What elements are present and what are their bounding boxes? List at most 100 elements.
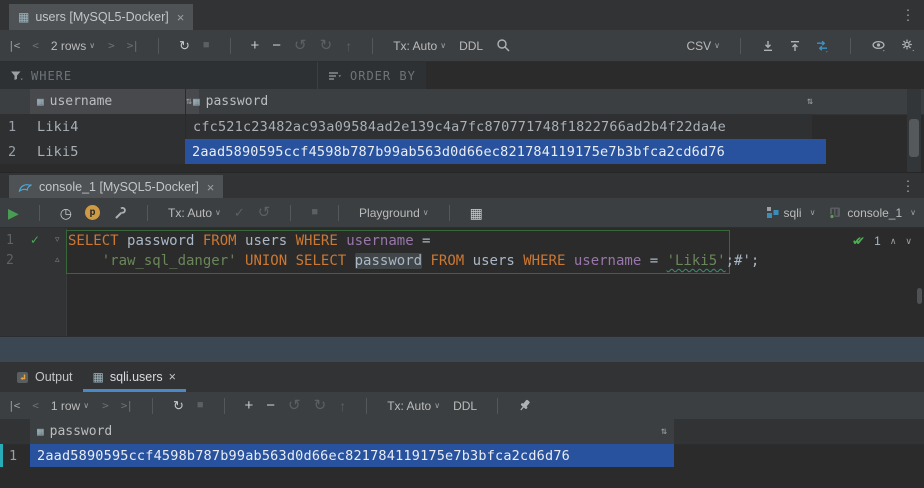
- revert-icon: ↻: [320, 38, 333, 53]
- console-toolbar: ▶ ◷ p Tx: Auto∨ ✓ ↺ ■ Playground∨ ▦: [0, 198, 924, 228]
- submit-icon: ↑: [345, 39, 352, 53]
- session-db-icon: [828, 206, 842, 219]
- fold-region-end-icon[interactable]: ▵: [55, 254, 60, 265]
- last-page-button[interactable]: >|: [121, 399, 132, 412]
- compare-data-icon[interactable]: [815, 39, 830, 53]
- funnel-icon: [10, 70, 23, 82]
- column-header-password[interactable]: ▦ password ⇅: [185, 89, 820, 114]
- close-icon[interactable]: ×: [177, 10, 185, 25]
- refresh-icon[interactable]: ↻: [173, 399, 184, 412]
- chevron-down-icon: ∨: [83, 401, 89, 410]
- delete-row-button[interactable]: −: [272, 38, 281, 53]
- tool-window-header[interactable]: [0, 336, 924, 363]
- tx-mode-dropdown[interactable]: Tx: Auto∨: [387, 399, 440, 413]
- stop-icon: ■: [311, 207, 318, 218]
- undo-icon: ↺: [294, 38, 307, 53]
- table-icon: ▦: [93, 371, 104, 383]
- result-tab-strip: Output ▦ sqli.users ×: [0, 362, 924, 392]
- stop-icon: ■: [197, 400, 204, 411]
- order-by-placeholder: ORDER BY: [350, 69, 416, 83]
- code-line-2[interactable]: 'raw_sql_danger' UNION SELECT password F…: [68, 251, 759, 271]
- kebab-menu-icon[interactable]: ⋮: [901, 7, 915, 24]
- ddl-button[interactable]: DDL: [453, 399, 477, 413]
- in-editor-results-icon[interactable]: ▦: [470, 206, 483, 220]
- order-by-input[interactable]: ORDER BY: [318, 62, 426, 89]
- page-size-dropdown[interactable]: 1 row∨: [51, 399, 89, 413]
- schema-dropdown[interactable]: sqli∨: [766, 206, 816, 220]
- first-page-button[interactable]: |<: [8, 39, 19, 52]
- session-dropdown[interactable]: console_1∨: [828, 206, 916, 220]
- import-upload-icon[interactable]: [788, 39, 802, 53]
- export-format-dropdown[interactable]: CSV∨: [686, 39, 720, 53]
- code-line-1[interactable]: SELECT password FROM users WHERE usernam…: [68, 231, 430, 251]
- cell-username[interactable]: Liki5: [30, 139, 199, 164]
- chevron-down-icon: ∨: [714, 41, 720, 50]
- previous-page-button[interactable]: <: [32, 39, 38, 52]
- tab-users-table[interactable]: ▦ users [MySQL5-Docker] ×: [9, 4, 193, 30]
- next-page-button[interactable]: >: [108, 39, 114, 52]
- result-count: 1: [874, 234, 881, 248]
- playground-dropdown[interactable]: Playground∨: [359, 206, 429, 220]
- column-header-username[interactable]: ▦ username ⇅: [30, 89, 199, 114]
- chevron-down-icon: ∨: [423, 208, 429, 217]
- ddl-button[interactable]: DDL: [459, 39, 483, 53]
- cell-password[interactable]: cfc521c23482ac93a09584ad2e139c4a7fc87077…: [185, 114, 827, 139]
- search-icon[interactable]: [496, 38, 511, 53]
- grid-scrollbar[interactable]: [907, 89, 921, 172]
- table-row: 1 2aad5890595ccf4598b787b99ab563d0d66ec8…: [0, 444, 660, 467]
- pin-tab-icon[interactable]: [518, 399, 532, 413]
- settings-gear-icon[interactable]: [900, 38, 916, 53]
- where-placeholder: WHERE: [31, 69, 72, 83]
- executed-check-icon[interactable]: ✓: [30, 233, 40, 247]
- run-play-icon[interactable]: ▶: [8, 206, 19, 220]
- sort-toggle-icon[interactable]: ⇅: [661, 426, 667, 437]
- next-result-icon[interactable]: ∨: [905, 236, 912, 247]
- export-download-icon[interactable]: [761, 39, 775, 53]
- chevron-down-icon: ∨: [810, 208, 816, 217]
- first-page-button[interactable]: |<: [8, 399, 19, 412]
- kebab-menu-icon[interactable]: ⋮: [901, 178, 915, 195]
- sql-editor[interactable]: 1 2 ✓ ▿ ▵ SELECT password FROM users WHE…: [0, 228, 924, 336]
- sort-toggle-icon[interactable]: ⇅: [807, 96, 813, 107]
- chevron-down-icon: ∨: [434, 401, 440, 410]
- cell-password-selected[interactable]: 2aad5890595ccf4598b787b99ab563d0d66ec821…: [185, 139, 826, 164]
- scrollbar-thumb[interactable]: [909, 119, 919, 157]
- last-page-button[interactable]: >|: [127, 39, 138, 52]
- parameters-icon[interactable]: p: [85, 205, 100, 220]
- editor-scrollbar-thumb[interactable]: [917, 288, 922, 304]
- history-clock-icon[interactable]: ◷: [60, 206, 72, 220]
- run-result-indicator: ✔✔ 1 ∧ ∨: [852, 234, 912, 248]
- column-icon: ▦: [37, 426, 44, 437]
- grid-header-row: ▦ username ⇅ ▦ password ⇅: [0, 89, 924, 115]
- add-row-button[interactable]: +: [245, 398, 254, 413]
- fold-region-start-icon[interactable]: ▿: [55, 234, 60, 245]
- datagrip-window: ▦ users [MySQL5-Docker] × ⋮ |< < 2 rows∨…: [0, 0, 924, 488]
- cell-username[interactable]: Liki4: [30, 114, 199, 139]
- column-icon: ▦: [37, 96, 44, 107]
- close-icon[interactable]: ×: [207, 180, 215, 195]
- console-tab-strip: console_1 [MySQL5-Docker] × ⋮: [0, 172, 924, 199]
- close-icon[interactable]: ×: [169, 370, 176, 384]
- editor-gutter: 1 2 ✓ ▿ ▵: [0, 228, 67, 336]
- order-by-icon: [328, 70, 342, 82]
- next-page-button[interactable]: >: [102, 399, 108, 412]
- previous-result-icon[interactable]: ∧: [890, 236, 897, 247]
- refresh-icon[interactable]: ↻: [179, 39, 190, 52]
- tab-result-grid[interactable]: ▦ sqli.users ×: [83, 362, 186, 392]
- add-row-button[interactable]: +: [251, 38, 260, 53]
- page-size-dropdown[interactable]: 2 rows∨: [51, 39, 95, 53]
- tab-console[interactable]: console_1 [MySQL5-Docker] ×: [9, 175, 223, 199]
- cell-password-selected[interactable]: 2aad5890595ccf4598b787b99ab563d0d66ec821…: [30, 444, 674, 467]
- grid-tab-strip: ▦ users [MySQL5-Docker] × ⋮: [0, 0, 924, 30]
- where-filter-input[interactable]: WHERE: [0, 62, 317, 89]
- line-number: 2: [6, 253, 20, 268]
- view-options-eye-icon[interactable]: [871, 39, 887, 53]
- column-icon: ▦: [193, 96, 200, 107]
- tx-mode-dropdown[interactable]: Tx: Auto∨: [168, 206, 221, 220]
- wrench-settings-icon[interactable]: [113, 206, 127, 220]
- tab-output[interactable]: Output: [6, 362, 83, 392]
- delete-row-button[interactable]: −: [266, 398, 275, 413]
- previous-page-button[interactable]: <: [32, 399, 38, 412]
- column-header-password[interactable]: ▦ password ⇅: [30, 419, 674, 444]
- tx-mode-dropdown[interactable]: Tx: Auto∨: [393, 39, 446, 53]
